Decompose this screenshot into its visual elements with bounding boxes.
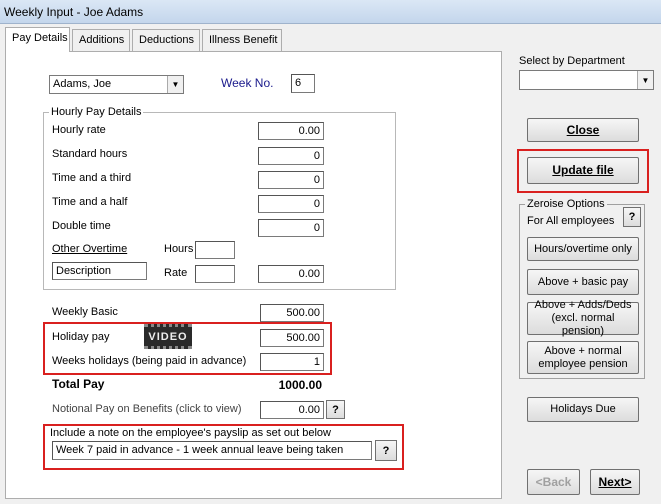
- double-time-field[interactable]: 0: [258, 219, 324, 237]
- update-file-button[interactable]: Update file: [527, 157, 639, 184]
- standard-hours-label: Standard hours: [52, 148, 128, 160]
- help-icon: ?: [382, 444, 390, 457]
- time-and-third-label: Time and a third: [52, 172, 132, 184]
- tab-label: Additions: [79, 34, 125, 46]
- zeroise-adds-deds-label: Above + Adds/Deds (excl. normal pension): [534, 299, 632, 337]
- payslip-note-field[interactable]: Week 7 paid in advance - 1 week annual l…: [52, 441, 372, 460]
- holidays-due-button[interactable]: Holidays Due: [527, 397, 639, 422]
- notional-pay-label[interactable]: Notional Pay on Benefits (click to view): [52, 403, 242, 415]
- weeks-holidays-label: Weeks holidays (being paid in advance): [52, 355, 247, 367]
- payslip-note-label: Include a note on the employee's payslip…: [50, 427, 331, 439]
- tab-label: Pay Details: [12, 32, 68, 44]
- back-button-label: <Back: [535, 474, 572, 489]
- time-and-half-label: Time and a half: [52, 196, 128, 208]
- note-help-button[interactable]: ?: [375, 440, 397, 461]
- close-button-label: Close: [566, 122, 600, 137]
- standard-hours-field[interactable]: 0: [258, 147, 324, 165]
- weekly-basic-label: Weekly Basic: [52, 306, 118, 318]
- hourly-rate-field[interactable]: 0.00: [258, 122, 324, 140]
- zeroise-basic-pay-button[interactable]: Above + basic pay: [527, 269, 639, 295]
- notional-pay-field[interactable]: 0.00: [260, 401, 324, 419]
- holidays-due-label: Holidays Due: [550, 403, 616, 415]
- holiday-pay-label: Holiday pay: [52, 331, 110, 343]
- zeroise-hours-overtime-button[interactable]: Hours/overtime only: [527, 237, 639, 261]
- zeroise-adds-deds-button[interactable]: Above + Adds/Deds (excl. normal pension): [527, 299, 639, 337]
- week-no-label: Week No.: [221, 76, 274, 90]
- tab-illness-benefit[interactable]: Illness Benefit: [202, 29, 282, 51]
- video-icon-label: VIDEO: [148, 330, 188, 343]
- zeroise-normal-pension-button[interactable]: Above + normal employee pension: [527, 341, 639, 374]
- tab-pay-details[interactable]: Pay Details: [5, 27, 70, 52]
- holiday-pay-field[interactable]: 500.00: [260, 329, 324, 347]
- employee-select-value: Adams, Joe: [53, 78, 112, 90]
- overtime-hours-label: Hours: [164, 243, 194, 255]
- help-icon: ?: [332, 403, 339, 416]
- close-button[interactable]: Close: [527, 118, 639, 142]
- overtime-rate-label: Rate: [164, 267, 188, 279]
- total-pay-value: 1000.00: [278, 378, 322, 392]
- notional-help-button[interactable]: ?: [326, 400, 345, 419]
- chevron-down-icon: ▼: [637, 71, 653, 89]
- total-pay-label: Total Pay: [52, 377, 105, 391]
- hourly-rate-label: Hourly rate: [52, 124, 106, 136]
- back-button[interactable]: <Back: [527, 469, 580, 495]
- zeroise-options-label: Zeroise Options: [525, 198, 607, 210]
- tab-additions[interactable]: Additions: [72, 29, 130, 51]
- chevron-down-icon: ▼: [167, 76, 183, 93]
- overtime-rate-field[interactable]: [195, 265, 235, 283]
- other-overtime-amount-field[interactable]: 0.00: [258, 265, 324, 283]
- weekly-basic-field[interactable]: 500.00: [260, 304, 324, 322]
- next-button-label: Next>: [598, 474, 632, 489]
- zeroise-normal-pension-label: Above + normal employee pension: [538, 344, 628, 370]
- tab-label: Illness Benefit: [209, 34, 278, 46]
- zeroise-help-button[interactable]: ?: [623, 207, 641, 227]
- other-overtime-link[interactable]: Other Overtime: [52, 243, 127, 255]
- video-icon[interactable]: VIDEO: [144, 324, 192, 349]
- tab-deductions[interactable]: Deductions: [132, 29, 200, 51]
- double-time-label: Double time: [52, 220, 111, 232]
- next-button[interactable]: Next>: [590, 469, 640, 495]
- overtime-description-field[interactable]: Description: [52, 262, 147, 280]
- window-title: Weekly Input - Joe Adams: [4, 5, 144, 19]
- window-title-bar: Weekly Input - Joe Adams: [0, 0, 661, 24]
- weeks-holidays-field[interactable]: 1: [260, 353, 324, 371]
- department-select[interactable]: ▼: [519, 70, 654, 90]
- overtime-hours-field[interactable]: [195, 241, 235, 259]
- week-no-field[interactable]: 6: [291, 74, 315, 93]
- time-and-third-field[interactable]: 0: [258, 171, 324, 189]
- zeroise-hours-overtime-label: Hours/overtime only: [534, 242, 632, 255]
- hourly-pay-group-label: Hourly Pay Details: [49, 106, 144, 118]
- zeroise-basic-pay-label: Above + basic pay: [537, 275, 629, 288]
- help-icon: ?: [628, 211, 636, 223]
- time-and-half-field[interactable]: 0: [258, 195, 324, 213]
- for-all-employees-label: For All employees: [527, 215, 615, 227]
- update-file-button-label: Update file: [552, 163, 614, 177]
- employee-select[interactable]: Adams, Joe ▼: [49, 75, 184, 94]
- tab-label: Deductions: [139, 34, 195, 46]
- department-label: Select by Department: [519, 55, 625, 67]
